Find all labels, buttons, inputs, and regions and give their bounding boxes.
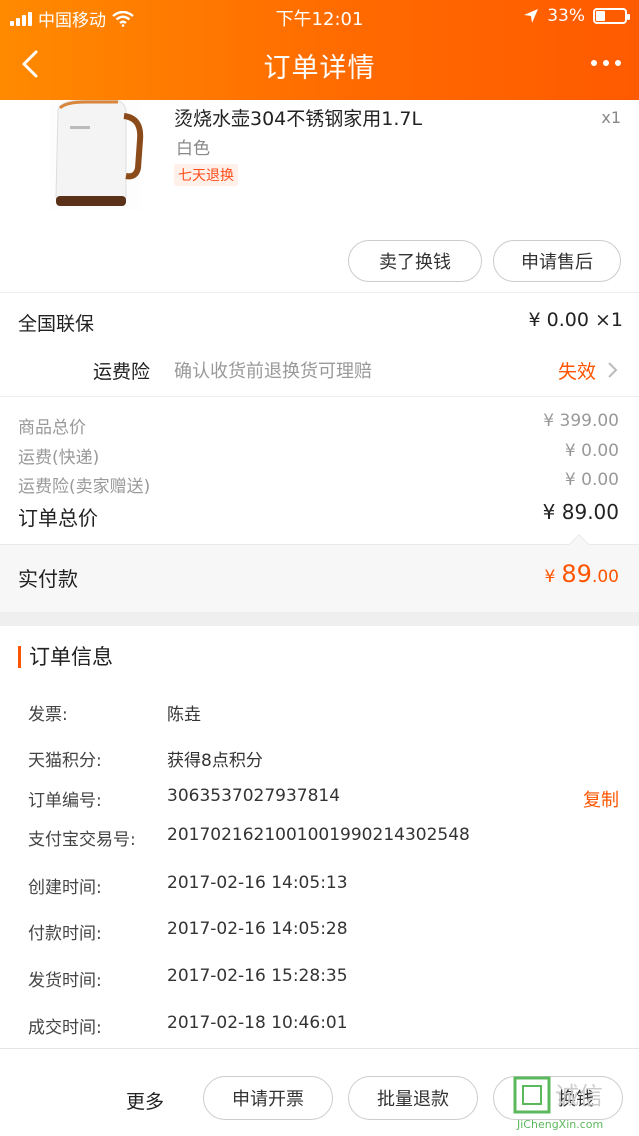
info-value: 获得8点积分 bbox=[167, 751, 263, 771]
order-info-title: 订单信息 bbox=[18, 646, 113, 668]
price-item-value: ¥ 0.00 bbox=[564, 470, 619, 490]
info-label: 付款时间: bbox=[28, 924, 102, 944]
amount-paid-label: 实付款 bbox=[18, 567, 78, 591]
copy-order-number-button[interactable]: 复制 bbox=[583, 786, 619, 812]
chevron-right-icon[interactable] bbox=[606, 361, 618, 379]
info-value: 2017-02-18 10:46:01 bbox=[167, 1013, 348, 1033]
info-value: 陈垚 bbox=[167, 705, 201, 725]
status-bar: 中国移动 下午12:01 33% bbox=[0, 0, 639, 32]
page-title: 订单详情 bbox=[263, 53, 376, 84]
shipping-insurance-desc: 确认收货前退换货可理赔 bbox=[174, 361, 372, 382]
price-item-label: 商品总价 bbox=[18, 418, 86, 438]
product-quantity: x1 bbox=[601, 108, 621, 127]
amount-paid-value: ¥ 89.00 bbox=[544, 560, 619, 588]
more-button[interactable]: 更多 bbox=[126, 1087, 164, 1114]
watermark-logo: 诚信 JiChengXin.com bbox=[513, 1076, 603, 1131]
location-arrow-icon bbox=[524, 9, 539, 23]
info-label: 支付宝交易号: bbox=[28, 830, 136, 850]
info-label: 创建时间: bbox=[28, 878, 102, 898]
info-value: 2017021621001001990214302548 bbox=[167, 825, 470, 845]
info-label: 订单编号: bbox=[28, 791, 102, 811]
info-label: 发票: bbox=[28, 705, 68, 725]
svg-text:诚信: 诚信 bbox=[555, 1082, 603, 1110]
price-item-value: ¥ 399.00 bbox=[543, 411, 619, 431]
svg-text:JiChengXin.com: JiChengXin.com bbox=[516, 1118, 603, 1131]
shipping-insurance-status[interactable]: 失效 bbox=[558, 357, 596, 384]
product-title: 烫烧水壶304不锈钢家用1.7L bbox=[174, 108, 423, 130]
price-item-label: 运费险(卖家赠送) bbox=[18, 477, 151, 497]
header: 中国移动 下午12:01 33% 订单详情 bbox=[0, 0, 639, 100]
order-number: 3063537027937814 bbox=[167, 786, 341, 806]
info-label: 发货时间: bbox=[28, 971, 102, 991]
shipping-insurance-label: 运费险 bbox=[93, 361, 151, 383]
product-image bbox=[50, 96, 144, 210]
order-total-label: 订单总价 bbox=[18, 506, 98, 530]
sell-for-cash-button[interactable]: 卖了换钱 bbox=[348, 240, 482, 282]
info-label: 天猫积分: bbox=[28, 751, 102, 771]
product-item[interactable]: 烫烧水壶304不锈钢家用1.7L x1 白色 七天退换 bbox=[0, 90, 639, 230]
price-item-label: 运费(快递) bbox=[18, 448, 100, 468]
info-value: 2017-02-16 14:05:28 bbox=[167, 919, 348, 939]
section-separator bbox=[0, 612, 639, 626]
battery-percent: 33% bbox=[547, 6, 585, 26]
amount-paid-row bbox=[0, 544, 639, 612]
divider bbox=[0, 396, 639, 397]
warranty-label: 全国联保 bbox=[18, 313, 95, 335]
order-total-value: ¥ 89.00 bbox=[542, 500, 619, 524]
batch-refund-button[interactable]: 批量退款 bbox=[348, 1076, 478, 1120]
info-label: 成交时间: bbox=[28, 1018, 102, 1038]
battery-icon bbox=[593, 8, 630, 24]
nav-bar: 订单详情 bbox=[0, 34, 639, 96]
more-options-icon[interactable] bbox=[591, 60, 621, 66]
product-color: 白色 bbox=[176, 139, 210, 159]
warranty-price: ¥ 0.00 ×1 bbox=[528, 309, 623, 331]
return-policy-tag: 七天退换 bbox=[174, 164, 238, 186]
info-value: 2017-02-16 14:05:13 bbox=[167, 873, 348, 893]
price-item-value: ¥ 0.00 bbox=[564, 441, 619, 461]
apply-after-sale-button[interactable]: 申请售后 bbox=[493, 240, 621, 282]
divider bbox=[0, 292, 639, 293]
apply-invoice-button[interactable]: 申请开票 bbox=[203, 1076, 333, 1120]
info-value: 2017-02-16 15:28:35 bbox=[167, 966, 348, 986]
